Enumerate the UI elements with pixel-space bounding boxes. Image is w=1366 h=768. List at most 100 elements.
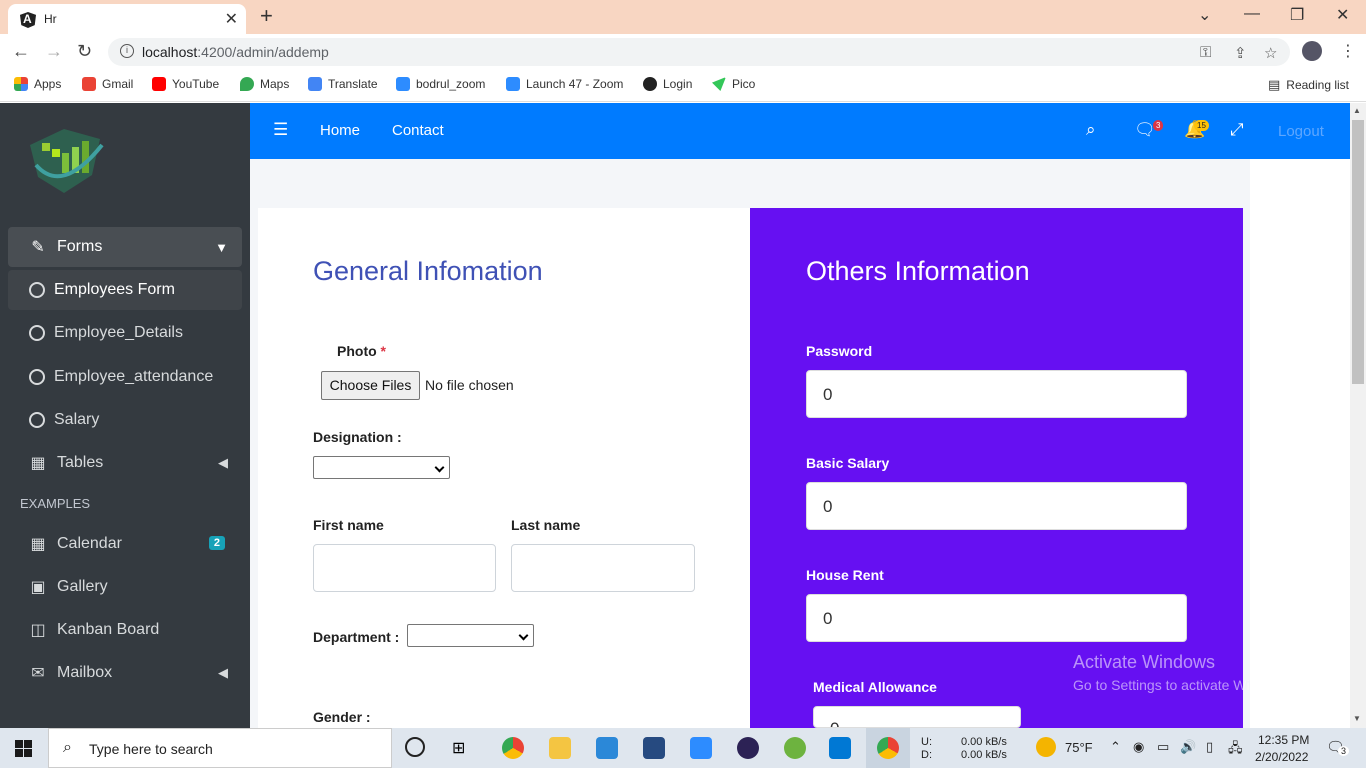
sql-icon[interactable] — [643, 737, 665, 759]
sidebar-item-calendar[interactable]: ▦ Calendar 2 — [8, 524, 242, 564]
scroll-up-icon[interactable]: ▲ — [1353, 106, 1361, 115]
password-label: Password — [806, 343, 873, 359]
messages-badge: 3 — [1153, 120, 1164, 131]
close-tab-icon[interactable]: ✕ — [225, 9, 238, 29]
department-label: Department : — [313, 629, 400, 645]
sidebar-item-gallery[interactable]: ▣ Gallery — [8, 567, 242, 607]
profile-avatar[interactable] — [1302, 41, 1322, 61]
bookmark-pico[interactable]: Pico — [712, 77, 755, 91]
nav-contact-link[interactable]: Contact — [392, 122, 444, 139]
chrome-icon[interactable] — [502, 737, 524, 759]
sidebar-item-label: Salary — [54, 411, 100, 428]
chevron-left-icon: ◀ — [218, 455, 228, 470]
bookmark-gmail[interactable]: Gmail — [82, 77, 133, 91]
spring-icon[interactable] — [784, 737, 806, 759]
hamburger-menu-icon[interactable]: ☰ — [273, 120, 288, 140]
required-mark: * — [380, 343, 386, 359]
bookmark-translate[interactable]: Translate — [308, 77, 378, 91]
sidebar-item-employee-attendance[interactable]: Employee_attendance — [8, 357, 242, 397]
device-icon[interactable]: ▯ — [1206, 739, 1213, 755]
clock-time[interactable]: 12:35 PM — [1258, 733, 1309, 747]
menu-kebab-icon[interactable]: ⋮ — [1340, 41, 1356, 61]
sidebar-item-salary[interactable]: Salary — [8, 400, 242, 440]
reading-list[interactable]: ▤ Reading list — [1268, 77, 1349, 93]
sidebar-item-employees-form[interactable]: Employees Form — [8, 270, 242, 310]
sidebar-item-employee-details[interactable]: Employee_Details — [8, 313, 242, 353]
clock-date[interactable]: 2/20/2022 — [1255, 750, 1308, 764]
vscode-icon[interactable] — [829, 737, 851, 759]
cortana-icon[interactable] — [405, 737, 425, 757]
weather-icon[interactable] — [1036, 737, 1056, 757]
sidebar-item-forms[interactable]: ✎ Forms ▼ — [8, 227, 242, 267]
sidebar-item-tables[interactable]: ▦ Tables ◀ — [8, 443, 242, 483]
weather-temp[interactable]: 75°F — [1065, 740, 1093, 755]
forward-icon[interactable]: → — [45, 41, 63, 62]
fullscreen-icon[interactable]: ⤢ — [1230, 120, 1244, 140]
taskbar-search-box[interactable]: ⌕ Type here to search — [48, 728, 392, 768]
logout-link[interactable]: Logout — [1278, 123, 1324, 140]
network-icon[interactable]: 🖧 — [1228, 739, 1243, 761]
bookmark-label: bodrul_zoom — [416, 77, 486, 91]
house-rent-label: House Rent — [806, 567, 884, 583]
bookmark-label: Login — [663, 77, 693, 91]
search-icon[interactable]: ⌕ — [1086, 120, 1096, 140]
file-explorer-icon[interactable] — [549, 737, 571, 759]
windows-start-icon[interactable] — [15, 740, 32, 757]
general-info-title: General Infomation — [313, 256, 543, 286]
volume-icon[interactable]: 🔊 — [1180, 739, 1196, 755]
top-navbar: ☰ Home Contact ⌕ 🗨 3 🔔 15 ⤢ Logout — [250, 103, 1350, 159]
minimize-icon[interactable]: — — [1244, 5, 1260, 23]
zoom-app-icon[interactable] — [690, 737, 712, 759]
close-window-icon[interactable]: ✕ — [1336, 5, 1349, 25]
nav-home-link[interactable]: Home — [320, 122, 360, 139]
reload-icon[interactable]: ↻ — [77, 41, 92, 62]
bookmark-star-icon[interactable]: ☆ — [1264, 44, 1277, 62]
first-name-input[interactable] — [313, 544, 496, 592]
key-icon[interactable]: ⚿ — [1200, 44, 1211, 61]
eclipse-icon[interactable] — [737, 737, 759, 759]
bookmark-launch-zoom[interactable]: Launch 47 - Zoom — [506, 77, 623, 91]
gmail-icon — [82, 77, 96, 91]
address-bar[interactable]: i localhost:4200/admin/addemp ⚿ ⇪ ☆ — [108, 38, 1290, 66]
tray-chevron-up-icon[interactable]: ⌃ — [1110, 739, 1121, 755]
scrollbar-thumb[interactable] — [1352, 120, 1364, 384]
columns-icon: ◫ — [30, 622, 46, 639]
bookmark-maps[interactable]: Maps — [240, 77, 289, 91]
back-icon[interactable]: ← — [12, 41, 30, 62]
password-input[interactable]: 0 — [806, 370, 1187, 418]
department-select[interactable] — [407, 624, 534, 647]
site-info-icon[interactable]: i — [120, 44, 134, 58]
chrome-icon[interactable] — [877, 737, 899, 759]
bookmark-bodrul-zoom[interactable]: bodrul_zoom — [396, 77, 485, 91]
first-name-label: First name — [313, 517, 384, 533]
browser-tab[interactable]: Hr ✕ — [8, 4, 246, 34]
bookmark-youtube[interactable]: YouTube — [152, 77, 219, 91]
medical-allowance-input[interactable]: 0 — [813, 706, 1021, 728]
choose-files-button[interactable]: Choose Files — [321, 371, 420, 400]
bookmark-login[interactable]: Login — [643, 77, 692, 91]
maps-pin-icon — [240, 77, 254, 91]
record-icon[interactable]: ◉ — [1133, 739, 1144, 755]
bookmark-label: Apps — [34, 77, 62, 91]
brand-logo[interactable] — [22, 125, 108, 195]
store-icon[interactable] — [596, 737, 618, 759]
task-view-icon[interactable]: ⊞ — [452, 738, 474, 760]
designation-select[interactable] — [313, 456, 450, 479]
battery-icon[interactable]: ▭ — [1157, 739, 1169, 755]
basic-salary-input[interactable]: 0 — [806, 482, 1187, 530]
last-name-input[interactable] — [511, 544, 695, 592]
tab-search-icon[interactable]: ⌄ — [1198, 5, 1211, 25]
net-up-speed: 0.00 kB/s — [961, 736, 1007, 748]
scroll-down-icon[interactable]: ▼ — [1353, 714, 1361, 723]
start-pane-icon — [24, 749, 32, 757]
new-tab-icon[interactable]: + — [260, 3, 273, 29]
zoom-icon — [506, 77, 520, 91]
share-icon[interactable]: ⇪ — [1234, 44, 1247, 62]
restore-icon[interactable]: ❐ — [1290, 5, 1304, 25]
sidebar-item-kanban[interactable]: ◫ Kanban Board — [8, 610, 242, 650]
sidebar-item-mailbox[interactable]: ✉ Mailbox ◀ — [8, 653, 242, 693]
bookmark-apps[interactable]: Apps — [14, 77, 61, 91]
designation-label: Designation : — [313, 429, 402, 445]
house-rent-input[interactable]: 0 — [806, 594, 1187, 642]
sidebar-item-label: Employee_Details — [54, 324, 183, 341]
